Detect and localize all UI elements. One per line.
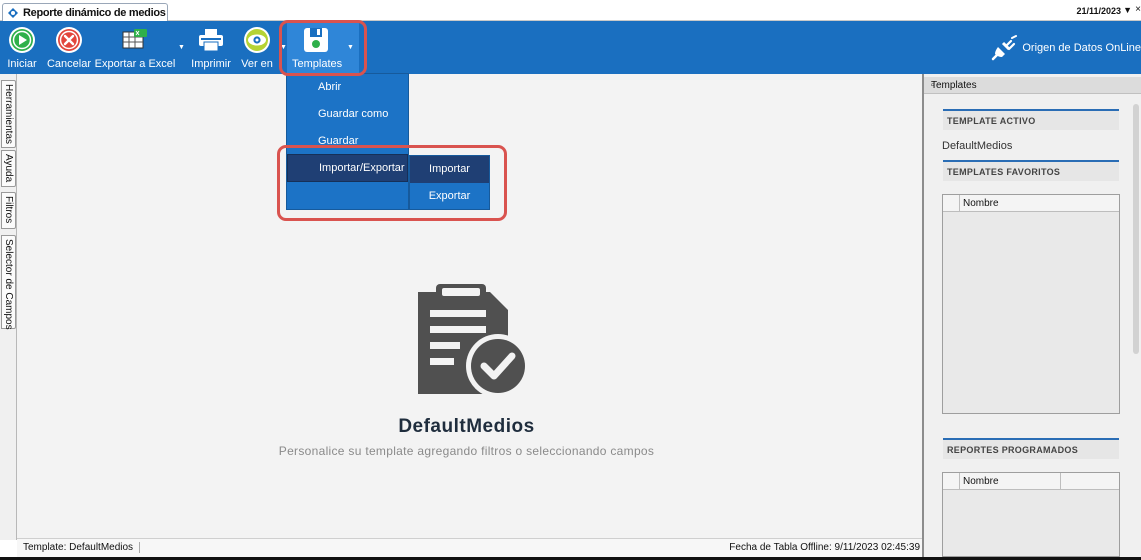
- grid-column-divider: [1060, 473, 1061, 490]
- cancelar-button[interactable]: Cancelar: [46, 21, 92, 74]
- favorites-grid[interactable]: Nombre: [942, 194, 1120, 414]
- excel-dropdown-icon[interactable]: ▼: [178, 44, 185, 51]
- ver-en-button[interactable]: Ver en: [240, 21, 274, 74]
- status-template: Template: DefaultMedios: [23, 542, 141, 553]
- menu-item-guardar-como[interactable]: Guardar como: [287, 101, 408, 128]
- date-display: 21/11/2023: [1076, 6, 1121, 16]
- cancelar-label: Cancelar: [46, 58, 92, 70]
- templates-panel-header: Templates ▫: [924, 77, 1141, 94]
- menu-item-abrir-label: Abrir: [318, 81, 342, 93]
- tab-ayuda-label: Ayuda: [3, 154, 14, 183]
- document-tab[interactable]: Reporte dinámico de medios: [2, 3, 168, 21]
- section-templates-favoritos: TEMPLATES FAVORITOS: [943, 160, 1119, 181]
- templates-button[interactable]: Templates ▼: [287, 21, 359, 74]
- printer-icon: [199, 29, 223, 52]
- iniciar-button[interactable]: Iniciar: [4, 21, 40, 74]
- imprimir-button[interactable]: Imprimir: [190, 21, 232, 74]
- data-source-label: Origen de Datos OnLine: [1022, 41, 1141, 54]
- templates-dropdown-icon[interactable]: ▼: [347, 44, 354, 51]
- importar-exportar-submenu: Importar Exportar: [409, 155, 490, 210]
- panel-scrollbar[interactable]: [1133, 104, 1139, 354]
- tab-selector-campos[interactable]: Selector de Campos: [1, 235, 16, 330]
- close-icon[interactable]: ×: [1135, 4, 1141, 15]
- menu-item-importar-exportar-label: Importar/Exportar: [319, 162, 405, 174]
- menu-item-guardar-label: Guardar: [318, 135, 359, 147]
- submenu-item-exportar-label: Exportar: [428, 190, 471, 202]
- data-source-indicator[interactable]: Origen de Datos OnLine: [990, 21, 1141, 74]
- excel-icon: [122, 29, 147, 49]
- scheduled-column-nombre[interactable]: Nombre: [963, 476, 999, 487]
- ver-en-label: Ver en: [241, 58, 273, 70]
- tab-filtros[interactable]: Filtros: [1, 192, 16, 229]
- tab-herramientas-label: Herramientas: [3, 84, 14, 145]
- imprimir-label: Imprimir: [191, 58, 231, 70]
- scheduled-grid-header: Nombre: [943, 473, 1119, 490]
- cancel-icon: [56, 27, 82, 53]
- templates-label: Templates: [292, 58, 343, 70]
- favorites-column-nombre[interactable]: Nombre: [963, 198, 999, 209]
- title-strip: Reporte dinámico de medios 21/11/2023 ▼ …: [0, 0, 1141, 21]
- tab-filtros-label: Filtros: [3, 196, 14, 224]
- section-templates-favoritos-label: TEMPLATES FAVORITOS: [947, 167, 1061, 177]
- plug-icon: [992, 34, 1018, 60]
- iniciar-label: Iniciar: [7, 58, 37, 70]
- status-bar: Template: DefaultMedios Fecha de Tabla O…: [17, 538, 922, 557]
- grid-row-gutter: [943, 195, 960, 212]
- ribbon-toolbar: Iniciar Cancelar Exportar a Excel ▼ Impr…: [0, 21, 1141, 74]
- tab-herramientas[interactable]: Herramientas: [1, 80, 16, 148]
- play-icon: [9, 27, 35, 53]
- app-window: { "app": { "tab_title": "Reporte dinámic…: [0, 0, 1141, 560]
- section-template-activo-label: TEMPLATE ACTIVO: [947, 116, 1036, 126]
- menu-item-abrir[interactable]: Abrir: [287, 74, 408, 101]
- pin-icon[interactable]: ▫: [931, 80, 1139, 91]
- main-canvas: DefaultMedios Personalice su template ag…: [17, 74, 922, 540]
- app-logo-icon: [8, 7, 18, 18]
- grid-row-gutter: [943, 473, 960, 490]
- tab-selector-campos-label: Selector de Campos: [3, 239, 14, 330]
- menu-item-guardar-como-label: Guardar como: [318, 108, 389, 120]
- exportar-excel-button[interactable]: Exportar a Excel: [95, 21, 175, 74]
- template-title: DefaultMedios: [398, 416, 535, 437]
- date-dropdown-icon[interactable]: ▼: [1123, 5, 1132, 15]
- submenu-item-exportar[interactable]: Exportar: [410, 183, 489, 210]
- document-tab-label: Reporte dinámico de medios: [23, 6, 166, 19]
- ver-en-dropdown-icon[interactable]: ▼: [280, 44, 287, 51]
- menu-item-guardar[interactable]: Guardar: [287, 128, 408, 155]
- status-offline-date: Fecha de Tabla Offline: 9/11/2023 02:45:…: [729, 542, 920, 553]
- left-side-tabs: Herramientas Ayuda Filtros Selector de C…: [0, 74, 17, 540]
- scheduled-grid[interactable]: Nombre: [942, 472, 1120, 557]
- document-check-icon: [418, 284, 530, 398]
- section-template-activo: TEMPLATE ACTIVO: [943, 109, 1119, 130]
- eye-icon: [244, 27, 270, 53]
- favorites-grid-header: Nombre: [943, 195, 1119, 212]
- exportar-excel-label: Exportar a Excel: [94, 58, 176, 70]
- section-reportes-programados-label: REPORTES PROGRAMADOS: [947, 445, 1079, 455]
- template-hint: Personalice su template agregando filtro…: [278, 444, 655, 458]
- submenu-item-importar[interactable]: Importar: [410, 156, 489, 183]
- templates-panel: Templates ▫ TEMPLATE ACTIVO DefaultMedio…: [922, 74, 1141, 557]
- floppy-icon: [304, 28, 328, 52]
- templates-dropdown-menu: Abrir Guardar como Guardar Importar/Expo…: [286, 73, 409, 210]
- section-reportes-programados: REPORTES PROGRAMADOS: [943, 438, 1119, 459]
- tab-ayuda[interactable]: Ayuda: [1, 150, 16, 187]
- submenu-item-importar-label: Importar: [429, 163, 470, 175]
- active-template-value: DefaultMedios: [942, 140, 1013, 152]
- menu-item-importar-exportar[interactable]: Importar/Exportar: [287, 154, 408, 182]
